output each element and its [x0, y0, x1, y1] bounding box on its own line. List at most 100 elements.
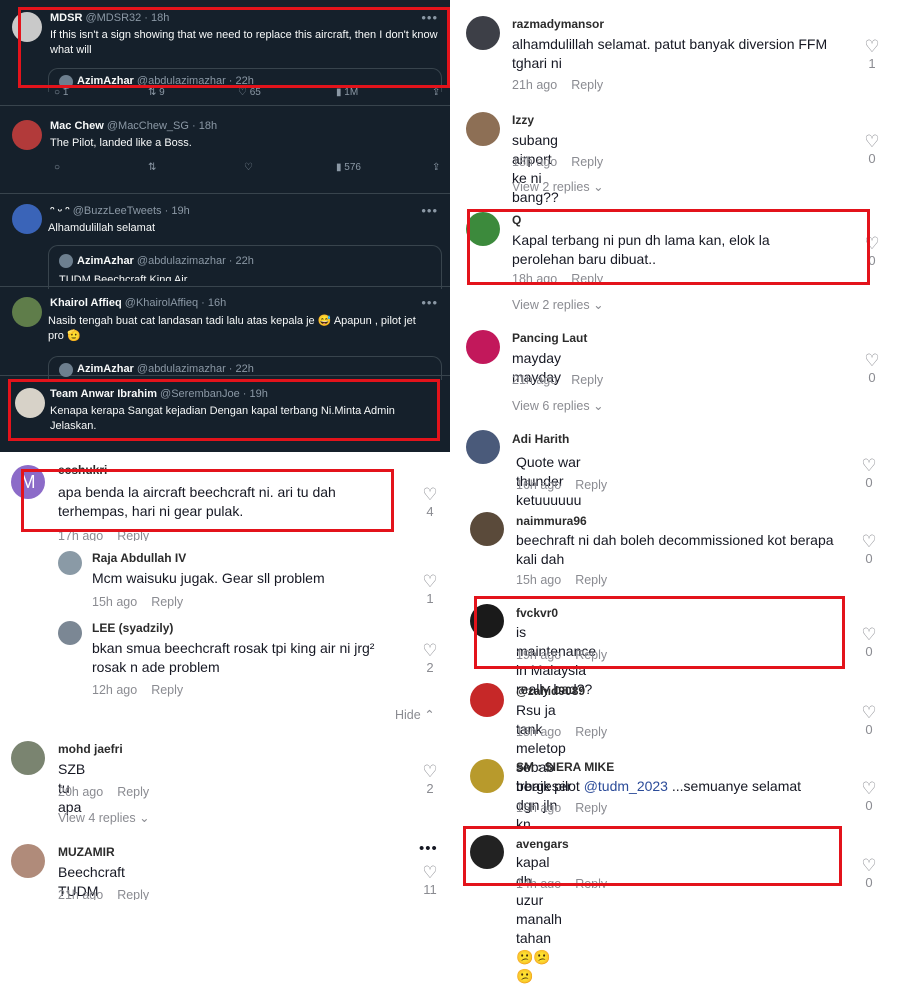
like-button[interactable]: ♡ 2 — [418, 763, 442, 797]
comment-author[interactable]: Raja Abdullah IV — [92, 551, 186, 565]
comment-author[interactable]: Adi Harith — [512, 432, 569, 446]
comment-text: subang airport ke ni bang?? — [512, 132, 559, 205]
tweet-text: Alhamdulillah selamat — [48, 222, 155, 234]
comment-author[interactable]: MUZAMIR — [58, 845, 115, 859]
avatar[interactable] — [12, 297, 42, 327]
like-button[interactable]: ♡ 0 — [857, 457, 881, 491]
view-replies-button[interactable]: View 6 replies ⌄ — [512, 398, 604, 413]
reply-button[interactable]: Reply — [571, 78, 603, 92]
heart-icon: ♡ — [422, 762, 438, 781]
tweet-author[interactable]: ᵔ ᵕ ᵔ — [50, 205, 70, 217]
reply-button[interactable]: Reply — [575, 478, 607, 492]
like-button[interactable]: ♡ 0 — [857, 780, 881, 814]
reply-button[interactable]: Reply — [575, 573, 607, 587]
comment-author[interactable]: SM : SIERA MIKE — [516, 760, 614, 774]
like-count: 0 — [868, 151, 876, 166]
like-count: 2 — [426, 781, 434, 796]
like-count: 65 — [249, 87, 261, 98]
mention-link[interactable]: @tudm_2023 — [584, 778, 668, 794]
like-icon[interactable]: ♡ — [244, 162, 253, 173]
avatar[interactable] — [12, 120, 42, 150]
reply-icon[interactable]: ○ 1 — [54, 87, 68, 98]
reply-button[interactable]: Reply — [571, 155, 603, 169]
comment-time: 12h ago — [92, 683, 138, 697]
chevron-up-icon: ⌃ — [424, 708, 435, 722]
avatar[interactable] — [11, 741, 45, 775]
retweet-icon[interactable]: ⇅ — [148, 162, 156, 173]
comment-author[interactable]: mohd jaefri — [58, 742, 123, 756]
comment-author[interactable]: LEE (syadzily) — [92, 621, 173, 635]
views-icon[interactable]: ▮ 576 — [336, 162, 361, 173]
view-replies-button[interactable]: View 4 replies ⌄ — [58, 810, 150, 825]
avatar[interactable] — [58, 551, 82, 575]
comment-text: beechraft ni dah boleh decommissioned ko… — [516, 532, 834, 567]
tweet-actions: ○ 1 ⇅ 9 ♡ 65 ▮ 1M ⇪ — [50, 87, 445, 101]
share-icon[interactable]: ⇪ — [432, 87, 440, 98]
retweet-icon[interactable]: ⇅ 9 — [148, 87, 165, 98]
comment-time: 21h ago — [512, 373, 558, 387]
comment-author[interactable]: naimmura96 — [516, 514, 587, 528]
quote-text: TUDM Beechcraft King Air — [59, 274, 188, 281]
avatar[interactable] — [466, 330, 500, 364]
like-count: 2 — [426, 660, 434, 675]
avatar[interactable] — [466, 430, 500, 464]
hide-replies-button[interactable]: Hide ⌃ — [395, 707, 435, 722]
quoted-tweet[interactable]: AzimAzhar @abdulazimazhar · 22h TUDM Bee… — [48, 245, 442, 289]
like-button[interactable]: ♡ 1 — [418, 573, 442, 607]
more-icon[interactable]: ••• — [419, 840, 438, 857]
tweet[interactable]: Mac Chew @MacChew_SG · 18h The Pilot, la… — [0, 106, 450, 194]
tweet-author[interactable]: Mac Chew — [50, 120, 104, 132]
avatar[interactable] — [470, 512, 504, 546]
comment-time: 15h ago — [516, 573, 562, 587]
like-button[interactable]: ♡ 0 — [857, 857, 881, 891]
highlight-box — [474, 596, 845, 669]
like-count: 4 — [426, 504, 434, 519]
reply-button[interactable]: Reply — [117, 785, 149, 799]
like-button[interactable]: ♡ 0 — [860, 133, 884, 167]
reply-button[interactable]: Reply — [575, 801, 607, 815]
avatar[interactable] — [470, 683, 504, 717]
like-button[interactable]: ♡ 0 — [857, 626, 881, 660]
like-button[interactable]: ♡ 2 — [418, 642, 442, 676]
avatar[interactable] — [58, 621, 82, 645]
reply-button[interactable]: Reply — [575, 725, 607, 739]
reply-icon[interactable]: ○ — [54, 162, 60, 173]
avatar[interactable] — [12, 204, 42, 234]
tweet[interactable]: Khairol Affieq @KhairolAffieq · 16h ••• … — [0, 287, 450, 380]
reply-button[interactable]: Reply — [571, 373, 603, 387]
comment-time: 16h ago — [516, 478, 562, 492]
like-button[interactable]: ♡ 11 — [418, 864, 442, 897]
reply-button[interactable]: Reply — [151, 595, 183, 609]
comment-meta: 16h ago Reply — [516, 478, 607, 492]
like-icon[interactable]: ♡ 65 — [238, 87, 261, 98]
avatar[interactable] — [11, 844, 45, 878]
tweet-author[interactable]: Khairol Affieq — [50, 297, 122, 309]
avatar — [59, 254, 73, 268]
view-replies-button[interactable]: View 2 replies ⌄ — [512, 297, 604, 312]
reply-button[interactable]: Reply — [117, 888, 149, 900]
avatar[interactable] — [466, 16, 500, 50]
comment-author[interactable]: Pancing Laut — [512, 331, 587, 345]
quote-author: AzimAzhar — [77, 363, 134, 375]
comment-author[interactable]: razmadymansor — [512, 17, 604, 31]
quote-handle: @abdulazimazhar · 22h — [136, 255, 254, 267]
share-icon[interactable]: ⇪ — [432, 162, 440, 173]
reply-button[interactable]: Reply — [151, 683, 183, 697]
comment-time: 15h ago — [516, 801, 562, 815]
more-icon[interactable]: ••• — [421, 295, 438, 310]
tweet[interactable]: ᵔ ᵕ ᵔ @BuzzLeeTweets · 19h ••• Alhamduli… — [0, 194, 450, 289]
comment-author[interactable]: Izzy — [512, 113, 534, 127]
like-button[interactable]: ♡ 0 — [860, 352, 884, 386]
view-replies-button[interactable]: View 2 replies ⌄ — [512, 179, 604, 194]
comment-meta: 21h ago Reply — [512, 78, 603, 92]
avatar[interactable] — [466, 112, 500, 146]
like-button[interactable]: ♡ 1 — [860, 38, 884, 72]
avatar[interactable] — [470, 759, 504, 793]
like-button[interactable]: ♡ 0 — [857, 704, 881, 738]
more-icon[interactable]: ••• — [421, 203, 438, 218]
comment-author[interactable]: @zahid9089 — [516, 684, 585, 698]
view-replies-label: View 4 replies — [58, 811, 136, 825]
like-button[interactable]: ♡ 4 — [418, 486, 442, 520]
views-icon[interactable]: ▮ 1M — [336, 87, 358, 98]
like-button[interactable]: ♡ 0 — [857, 533, 881, 567]
